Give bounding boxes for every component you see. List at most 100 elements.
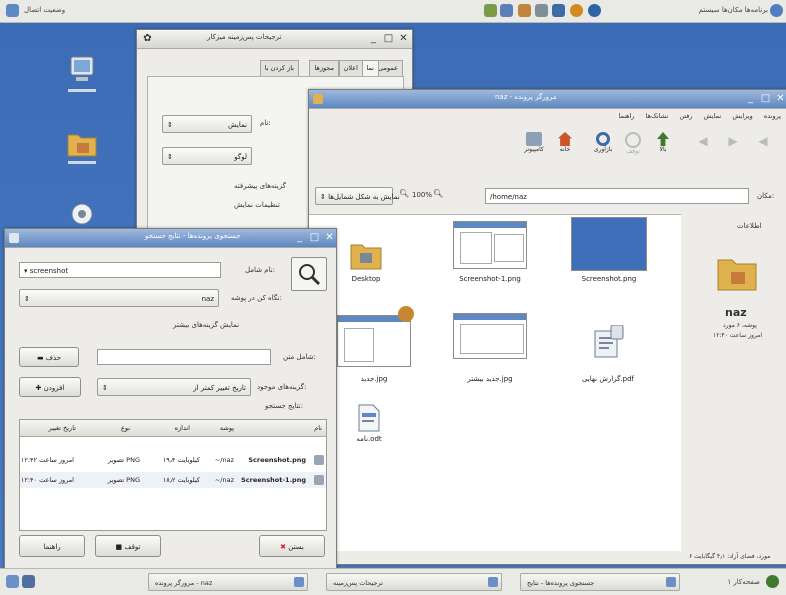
side-pane-date: امروز ساعت ۱۲:۴۰ <box>713 332 763 339</box>
add-button[interactable]: ✚ افزودن <box>19 377 81 397</box>
file-label: Desktop <box>351 275 381 283</box>
name-contains-label: نام شامل: <box>245 266 276 274</box>
image-file-icon[interactable] <box>453 313 527 359</box>
properties-label-1: نام: <box>260 119 271 127</box>
forward-toolbar-button[interactable]: ◀ <box>693 134 713 148</box>
taskbar-file-browser[interactable]: مرورگر پرونده - naz <box>148 573 308 591</box>
name-contains-input[interactable]: ▾ screenshot <box>19 262 221 278</box>
menu-go[interactable]: رفتن <box>679 112 692 120</box>
globe-icon[interactable] <box>588 4 601 17</box>
image-file-icon[interactable] <box>453 221 527 269</box>
location-input[interactable]: /home/naz <box>485 188 749 204</box>
remove-button[interactable]: ▬ حذف <box>19 347 79 367</box>
network-icon[interactable] <box>484 4 497 17</box>
image-file-icon[interactable] <box>571 217 647 271</box>
system-menu-icon[interactable] <box>6 4 19 17</box>
more-options-toggle[interactable]: نمایش گزینه‌های بیشتر <box>173 321 239 329</box>
column-type[interactable]: نوع <box>121 420 130 436</box>
menu-edit[interactable]: ویرایش <box>732 112 752 120</box>
file-label: جدید بیشتر.jpg <box>467 375 513 383</box>
search-titlebar[interactable]: جستجوی پرونده‌ها - نتایج جستجو _ □ ✕ <box>5 229 336 248</box>
top-panel-status[interactable]: وضعیت اتصال <box>24 4 134 17</box>
column-size[interactable]: اندازه <box>175 420 190 436</box>
trash-applet-icon[interactable] <box>766 575 779 588</box>
menu-bookmarks[interactable]: نشانک‌ها <box>646 112 669 120</box>
file-browser-titlebar[interactable]: naz - مرورگر پرونده _ □ ✕ <box>309 90 786 109</box>
home-toolbar-button[interactable]: خانه <box>551 132 579 153</box>
close-button[interactable]: ✕ <box>397 32 410 45</box>
document-icon[interactable] <box>357 403 381 435</box>
column-name[interactable]: نام <box>314 420 322 436</box>
image-file-icon <box>314 455 324 465</box>
close-button[interactable]: ✕ <box>774 92 786 105</box>
help-button[interactable]: راهنما <box>19 535 85 557</box>
top-panel-menus[interactable]: برنامه‌ها مکان‌ها سیستم <box>608 4 768 17</box>
maximize-button[interactable]: □ <box>308 231 321 244</box>
folder-select[interactable]: ⇕ naz <box>19 289 219 307</box>
window-menu-icon[interactable]: ✿ <box>141 32 154 45</box>
menu-file[interactable]: پرونده <box>764 112 781 120</box>
window-menu-icon[interactable] <box>9 233 19 243</box>
available-options-label: گزینه‌های موجود: <box>257 383 307 391</box>
column-folder[interactable]: پوشه <box>220 420 234 436</box>
close-button[interactable]: ✕ <box>323 231 336 244</box>
contains-text-label: شامل متن: <box>283 353 316 361</box>
view-mode-select[interactable]: ⇕ نمایش به شکل شمایل‌ها <box>315 187 400 205</box>
main-menu-icon[interactable] <box>770 4 783 17</box>
home-folder-icon[interactable] <box>62 123 102 169</box>
workspace-label: صفحه‌کار ۱ <box>727 578 760 586</box>
reload-toolbar-button[interactable]: بازآوری <box>589 132 617 153</box>
properties-combo-2[interactable]: ⇕ لوگو <box>162 147 252 165</box>
properties-text-1: گزینه‌های پیشرفته <box>234 182 286 190</box>
table-row[interactable]: Screenshot-1.png ~/naz ۱۸٫۲ کیلوبایت تصو… <box>20 472 326 488</box>
status-bar: ۶ مورد، فضای آزاد: ۴٫۱ گیگابایت <box>689 553 771 560</box>
image-file-icon[interactable] <box>337 306 414 367</box>
minimize-button[interactable]: _ <box>293 231 306 244</box>
zoom-in-icon[interactable]: 🔍︎ <box>433 189 443 198</box>
back-toolbar-button[interactable]: ▶ <box>723 134 743 148</box>
tab-appearance[interactable]: نما <box>361 60 379 76</box>
workspace-switcher-icon[interactable] <box>22 575 35 588</box>
dropdown-arrow-icon[interactable]: ▾ <box>24 267 28 275</box>
menu-view[interactable]: نمایش <box>704 112 722 120</box>
available-options-select[interactable]: ⇕ تاریخ تغییر کمتر از <box>97 378 251 396</box>
volume-icon[interactable] <box>500 4 513 17</box>
maximize-button[interactable]: □ <box>382 32 395 45</box>
properties-combo-1[interactable]: ⇕ نمایش <box>162 115 252 133</box>
up-toolbar-button[interactable]: بالا <box>649 132 677 153</box>
taskbar-preferences[interactable]: ترجیحات پس‌زمینه <box>326 573 502 591</box>
mail-icon[interactable] <box>518 4 531 17</box>
folder-window-icon[interactable] <box>313 94 323 104</box>
column-date[interactable]: تاریخ تغییر <box>49 420 76 436</box>
folder-label: نگاه کن در پوشه: <box>231 294 282 302</box>
zoom-out-icon[interactable]: 🔍︎ <box>399 189 409 198</box>
properties-titlebar[interactable]: ✿ ترجیحات پس‌زمینه میزکار _ □ ✕ <box>137 30 412 49</box>
properties-tabs: عمومی نما اعلان مجوزها باز کردن با <box>223 60 403 76</box>
show-desktop-icon[interactable] <box>6 575 19 588</box>
side-pane-info: پوشه، ۶ مورد <box>723 322 757 329</box>
side-pane-selector[interactable]: اطلاعات <box>737 222 762 230</box>
side-pane: اطلاعات naz پوشه، ۶ مورد امروز ساعت ۱۲:۴… <box>685 214 785 550</box>
browser-icon[interactable] <box>552 4 565 17</box>
computer-toolbar-button[interactable]: کامپیوتر <box>519 132 549 153</box>
maximize-button[interactable]: □ <box>759 92 772 105</box>
tab-permissions[interactable]: مجوزها <box>309 60 339 76</box>
terminal-icon[interactable] <box>535 4 548 17</box>
taskbar-search[interactable]: جستجوی پرونده‌ها - نتایج <box>520 573 680 591</box>
stop-button[interactable]: ■ توقف <box>95 535 161 557</box>
file-label: جدید.jpg <box>360 375 388 383</box>
minimize-button[interactable]: _ <box>367 32 380 45</box>
close-dialog-button[interactable]: ✖ بستن <box>259 535 325 557</box>
minimize-button[interactable]: _ <box>744 92 757 105</box>
firefox-icon[interactable] <box>570 4 583 17</box>
tab-open-with[interactable]: باز کردن با <box>259 60 299 76</box>
document-icon[interactable] <box>591 324 625 363</box>
computer-icon[interactable] <box>62 51 102 97</box>
tab-notify[interactable]: اعلان <box>338 60 363 76</box>
menu-help[interactable]: راهنما <box>618 112 634 120</box>
folder-icon[interactable] <box>349 241 383 273</box>
image-file-icon <box>314 475 324 485</box>
stop-toolbar-button[interactable]: توقف <box>619 132 647 155</box>
table-row[interactable]: Screenshot.png ~/naz ۱۹٫۴ کیلوبایت تصویر… <box>20 452 326 468</box>
contains-text-input[interactable] <box>97 349 271 365</box>
